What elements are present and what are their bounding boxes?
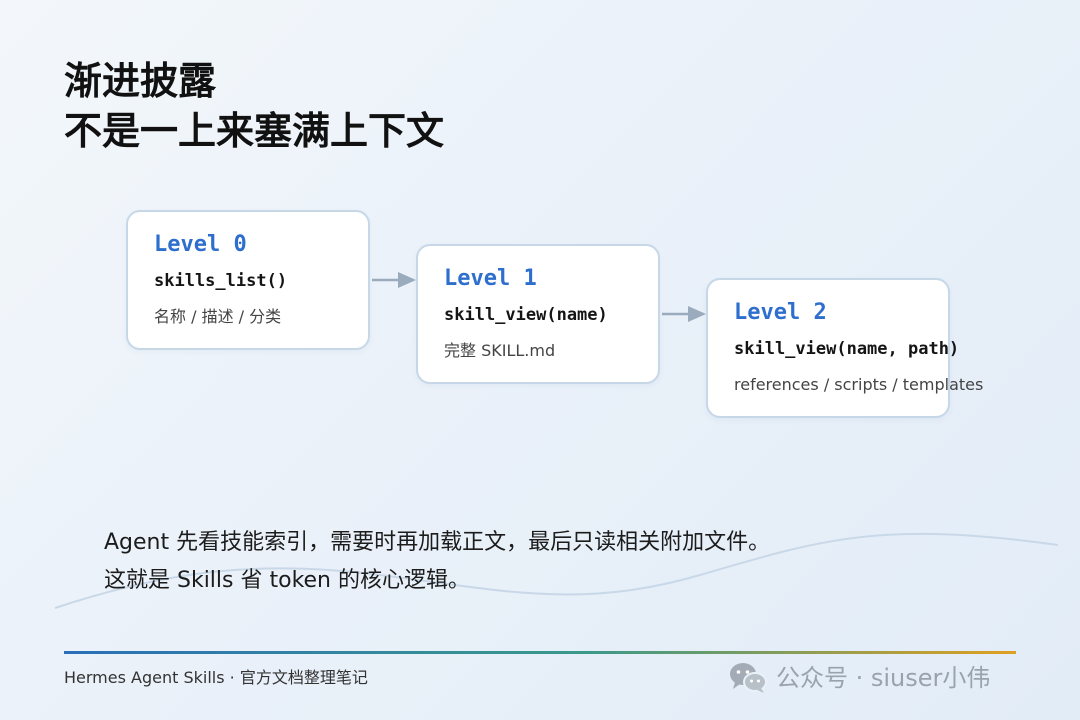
level-2-card: Level 2 skill_view(name, path) reference…: [706, 278, 984, 418]
watermark: 公众号 · siuser小伟: [728, 660, 990, 696]
level-0-label: Level 0: [154, 232, 247, 257]
footer-divider: [64, 651, 1016, 654]
page-title: 渐进披露 不是一上来塞满上下文: [64, 56, 444, 156]
footer-caption: Hermes Agent Skills · 官方文档整理笔记: [64, 668, 368, 687]
title-line-2: 不是一上来塞满上下文: [64, 109, 445, 153]
level-2-desc: references / scripts / templates: [734, 375, 984, 394]
summary-text: Agent 先看技能索引，需要时再加载正文，最后只读相关附加文件。 这就是 Sk…: [104, 524, 770, 600]
level-0-card: Level 0 skills_list() 名称 / 描述 / 分类: [126, 210, 370, 350]
level-1-label: Level 1: [444, 266, 537, 291]
title-line-1: 渐进披露: [64, 59, 217, 103]
level-0-call: skills_list(): [154, 271, 288, 291]
level-1-card: Level 1 skill_view(name) 完整 SKILL.md: [416, 244, 660, 384]
arrow-level1-to-level2: [662, 306, 706, 322]
level-2-label: Level 2: [734, 300, 827, 325]
arrow-level0-to-level1: [372, 272, 416, 288]
summary-line-2: 这就是 Skills 省 token 的核心逻辑。: [104, 568, 470, 593]
summary-line-1: Agent 先看技能索引，需要时再加载正文，最后只读相关附加文件。: [104, 530, 771, 555]
level-0-desc: 名称 / 描述 / 分类: [154, 307, 282, 326]
level-1-call: skill_view(name): [444, 305, 608, 325]
watermark-text: 公众号 · siuser小伟: [776, 664, 991, 692]
level-1-desc: 完整 SKILL.md: [444, 341, 556, 360]
level-2-call: skill_view(name, path): [734, 339, 960, 359]
wechat-icon: [730, 663, 767, 693]
